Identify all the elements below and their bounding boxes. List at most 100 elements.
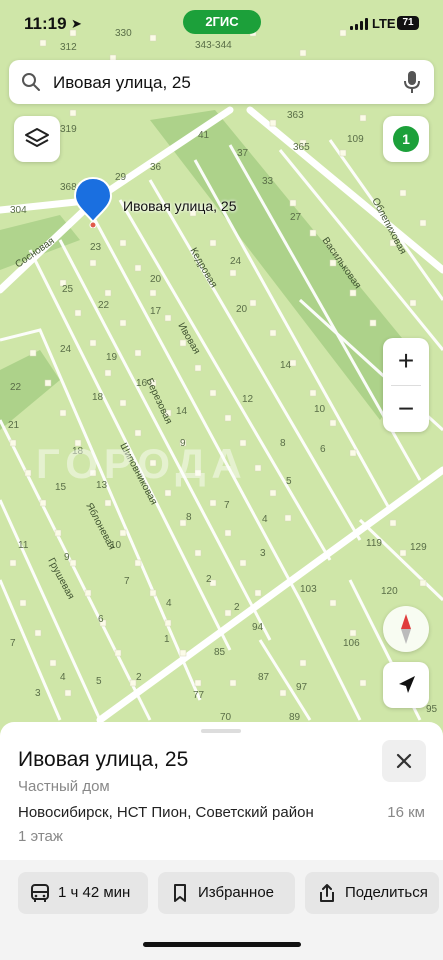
zoom-in-button[interactable]: + <box>383 338 429 384</box>
share-icon <box>320 884 334 902</box>
brand-label: 2ГИС <box>205 14 239 29</box>
close-icon <box>396 753 412 769</box>
place-floors: 1 этаж <box>18 828 63 845</box>
map-watermark: ГОРОДА <box>36 440 248 487</box>
svg-text:2: 2 <box>136 672 142 683</box>
svg-text:365: 365 <box>293 142 310 153</box>
svg-text:11: 11 <box>18 540 29 551</box>
filter-count-button[interactable]: 1 <box>383 116 429 162</box>
search-bar[interactable] <box>9 60 434 104</box>
svg-text:4: 4 <box>60 672 66 683</box>
share-button[interactable]: Поделиться <box>305 872 439 914</box>
mic-icon[interactable] <box>403 70 421 94</box>
svg-text:36: 36 <box>150 162 162 173</box>
svg-text:129: 129 <box>410 542 427 553</box>
svg-text:17: 17 <box>150 306 162 317</box>
locate-me-button[interactable] <box>383 662 429 708</box>
svg-text:8: 8 <box>186 512 192 523</box>
svg-text:20: 20 <box>150 274 162 285</box>
pin-label: Ивовая улица, 25 <box>123 198 237 214</box>
search-input[interactable] <box>51 68 395 98</box>
svg-text:33: 33 <box>262 176 274 187</box>
route-button[interactable]: 1 ч 42 мин <box>18 872 148 914</box>
svg-text:10: 10 <box>314 404 326 415</box>
layers-button[interactable] <box>14 116 60 162</box>
svg-text:29: 29 <box>115 172 127 183</box>
place-type: Частный дом <box>18 778 110 795</box>
locate-icon <box>399 676 415 693</box>
svg-text:2: 2 <box>206 574 212 585</box>
svg-text:94: 94 <box>252 622 264 633</box>
compass-icon <box>401 614 411 644</box>
svg-text:27: 27 <box>290 212 302 223</box>
svg-text:319: 319 <box>60 124 77 135</box>
svg-text:7: 7 <box>224 500 230 511</box>
place-distance: 16 км <box>387 804 425 821</box>
battery-level: 71 <box>402 17 414 28</box>
svg-text:85: 85 <box>214 647 226 658</box>
location-arrow-icon: ➤ <box>71 16 82 31</box>
svg-text:9: 9 <box>64 552 70 563</box>
svg-text:20: 20 <box>236 304 248 315</box>
compass-button[interactable] <box>383 606 429 652</box>
place-title: Ивовая улица, 25 <box>18 748 189 771</box>
svg-text:106: 106 <box>343 638 360 649</box>
svg-text:77: 77 <box>193 690 205 701</box>
signal-icon <box>350 18 368 30</box>
svg-text:14: 14 <box>280 360 292 371</box>
bookmark-icon <box>174 884 186 902</box>
network-type: LTE <box>372 16 396 31</box>
svg-text:25: 25 <box>62 284 74 295</box>
svg-text:109: 109 <box>347 134 364 145</box>
home-indicator <box>143 942 301 947</box>
svg-text:14: 14 <box>176 406 188 417</box>
svg-text:24: 24 <box>60 344 72 355</box>
svg-text:24: 24 <box>230 256 242 267</box>
share-label: Поделиться <box>345 884 428 901</box>
svg-text:3: 3 <box>35 688 41 699</box>
svg-text:7: 7 <box>10 638 16 649</box>
favorite-label: Избранное <box>198 884 275 901</box>
svg-text:5: 5 <box>286 476 292 487</box>
svg-text:23: 23 <box>90 242 102 253</box>
svg-text:2: 2 <box>234 602 240 613</box>
svg-text:1: 1 <box>164 634 170 645</box>
sheet-grabber[interactable] <box>201 729 241 733</box>
close-button[interactable] <box>382 740 426 782</box>
map-canvas[interactable]: 312330343-344 31941363 10936829 3637365 … <box>0 0 443 740</box>
svg-text:18: 18 <box>92 392 104 403</box>
svg-text:363: 363 <box>287 110 304 121</box>
svg-text:19: 19 <box>106 352 118 363</box>
svg-text:4: 4 <box>262 514 268 525</box>
bus-icon <box>31 884 49 902</box>
svg-text:119: 119 <box>366 538 382 549</box>
svg-text:22: 22 <box>98 300 110 311</box>
status-bar: 11:19 ➤ 2ГИС LTE 71 <box>0 0 443 52</box>
svg-text:97: 97 <box>296 682 308 693</box>
svg-text:304: 304 <box>10 205 27 216</box>
svg-text:7: 7 <box>124 576 130 587</box>
svg-text:37: 37 <box>237 148 249 159</box>
svg-text:8: 8 <box>280 438 286 449</box>
battery-indicator: 71 <box>397 16 419 30</box>
svg-text:22: 22 <box>10 382 22 393</box>
svg-text:87: 87 <box>258 672 270 683</box>
route-time: 1 ч 42 мин <box>58 884 131 901</box>
svg-text:21: 21 <box>8 420 20 431</box>
favorite-button[interactable]: Избранное <box>158 872 295 914</box>
svg-text:120: 120 <box>381 586 398 597</box>
zoom-controls: + − <box>383 338 429 432</box>
layers-icon <box>25 128 49 147</box>
search-icon <box>22 73 40 91</box>
status-time: 11:19 <box>24 14 67 33</box>
svg-text:12: 12 <box>242 394 254 405</box>
svg-text:6: 6 <box>98 614 104 625</box>
svg-text:3: 3 <box>260 548 266 559</box>
brand-badge: 2ГИС <box>183 10 261 34</box>
place-card: Ивовая улица, 25 Частный дом Новосибирск… <box>0 722 443 960</box>
location-pin-icon[interactable] <box>73 176 113 228</box>
svg-text:6: 6 <box>320 444 326 455</box>
svg-text:5: 5 <box>96 676 102 687</box>
zoom-out-button[interactable]: − <box>383 386 429 432</box>
filter-count-badge: 1 <box>393 126 419 152</box>
